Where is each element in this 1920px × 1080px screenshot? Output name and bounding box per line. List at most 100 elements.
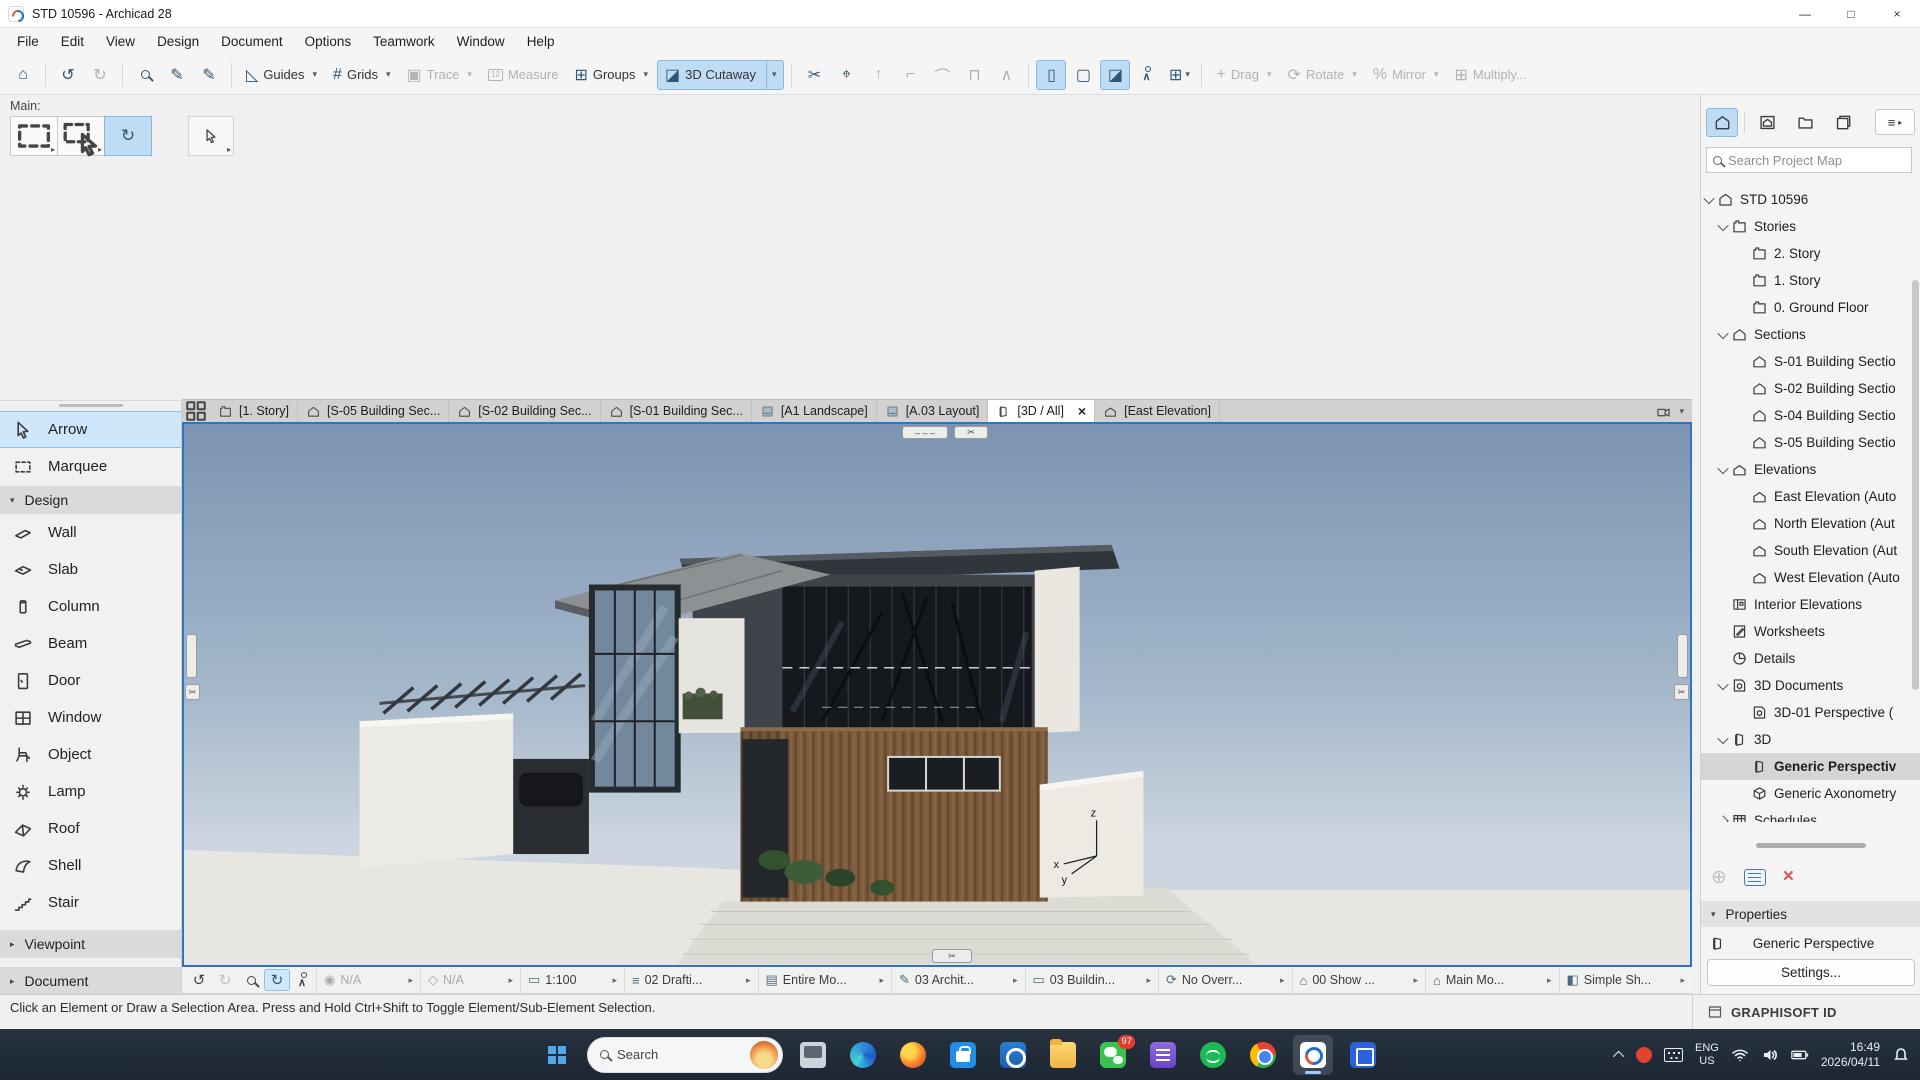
tree-row-std-10596[interactable]: STD 10596 xyxy=(1701,186,1920,213)
tab-close-icon[interactable]: × xyxy=(1078,403,1086,419)
tree-chevron-icon[interactable] xyxy=(1717,219,1728,230)
tab--a1-landscape-[interactable]: [A1 Landscape] xyxy=(752,400,877,422)
pickup-parameters-button[interactable]: ✎ xyxy=(162,60,192,90)
tree-row-s-05-building-sectio[interactable]: S-05 Building Sectio xyxy=(1701,429,1920,456)
model-view-options-option[interactable]: ▭03 Buildin...▸ xyxy=(1025,967,1159,993)
tool-slab[interactable]: Slab xyxy=(0,551,181,588)
cutaway-scissors-left[interactable]: ✂ xyxy=(185,684,200,700)
tree-row-3d[interactable]: 3D xyxy=(1701,726,1920,753)
tree-chevron-icon[interactable] xyxy=(1717,732,1728,743)
cutaway-handle-left[interactable] xyxy=(186,634,197,678)
walk-mode-button[interactable] xyxy=(1132,60,1162,90)
tree-row-north-elevation-aut[interactable]: North Elevation (Aut xyxy=(1701,510,1920,537)
menu-options[interactable]: Options xyxy=(294,28,363,55)
camera-options-button[interactable]: ⊞▾ xyxy=(1164,60,1194,90)
taskbar-app-folder[interactable] xyxy=(1043,1035,1083,1075)
orbit-button[interactable]: ↻ xyxy=(264,969,290,991)
tab--s-05-building-sec-[interactable]: [S-05 Building Sec... xyxy=(298,400,449,422)
navigator-options-button[interactable]: ≡ ▸ xyxy=(1875,109,1915,135)
tree-row-0-ground-floor[interactable]: 0. Ground Floor xyxy=(1701,294,1920,321)
taskbar-app-archicad[interactable] xyxy=(1293,1035,1333,1075)
tool-column[interactable]: Column xyxy=(0,588,181,625)
tree-row-south-elevation-aut[interactable]: South Elevation (Aut xyxy=(1701,537,1920,564)
rotate-dropdown-arrow[interactable]: ▾ xyxy=(1352,69,1357,80)
tree-row-1-story[interactable]: 1. Story xyxy=(1701,267,1920,294)
tab--1-story-[interactable]: [1. Story] xyxy=(210,400,298,422)
pen-set-option[interactable]: ✎03 Archit...▸ xyxy=(891,967,1025,993)
tool-roof[interactable]: Roof xyxy=(0,810,181,847)
marquee-filter-option[interactable]: ▤Entire Mo...▸ xyxy=(758,967,892,993)
menu-design[interactable]: Design xyxy=(146,28,210,55)
tree-row-generic-perspectiv[interactable]: Generic Perspectiv xyxy=(1701,753,1920,780)
delete-viewpoint-button[interactable]: × xyxy=(1783,866,1794,888)
marquee-select-button[interactable]: ▸ xyxy=(57,116,105,156)
layer-combination-option[interactable]: ≡02 Drafti...▸ xyxy=(624,967,758,993)
view-3d-cutaway-button[interactable]: ◪ xyxy=(1100,60,1130,90)
tree-row-elevations[interactable]: Elevations xyxy=(1701,456,1920,483)
groups-button[interactable]: ⊞Groups▾ xyxy=(567,60,655,90)
add-viewpoint-button[interactable]: ⊕ xyxy=(1711,866,1727,889)
maximize-button[interactable]: □ xyxy=(1828,0,1874,27)
orbit-mode-button[interactable]: ↻ xyxy=(104,116,152,156)
tree-row-generic-axonometry[interactable]: Generic Axonometry xyxy=(1701,780,1920,807)
camera-options-dropdown-arrow[interactable]: ▾ xyxy=(1185,69,1190,80)
tool-beam[interactable]: Beam xyxy=(0,625,181,662)
grids-dropdown-arrow[interactable]: ▾ xyxy=(386,69,391,80)
tab--s-02-building-sec-[interactable]: [S-02 Building Sec... xyxy=(449,400,600,422)
view-3d-window-button[interactable]: ▯ xyxy=(1036,60,1066,90)
tree-row-2-story[interactable]: 2. Story xyxy=(1701,240,1920,267)
3d-viewport[interactable]: z x y – – – ✂ ✂ ✂ ✂ xyxy=(182,422,1692,967)
3d-cutaway-dropdown-arrow[interactable]: ▾ xyxy=(766,61,777,89)
adjust-button[interactable]: ⌖ xyxy=(831,60,861,90)
tool-window[interactable]: Window xyxy=(0,699,181,736)
wifi-icon[interactable] xyxy=(1731,1046,1749,1064)
3d-style-option[interactable]: ◧Simple Sh...▸ xyxy=(1559,967,1693,993)
view-3d-box-button[interactable]: ▢ xyxy=(1068,60,1098,90)
partial-structure-option[interactable]: ◇N/A▸ xyxy=(420,967,520,993)
graphisoft-id-panel[interactable]: GRAPHISOFT ID xyxy=(1692,994,1920,1029)
taskbar-app-outlook[interactable] xyxy=(993,1035,1033,1075)
language-indicator[interactable]: ENG US xyxy=(1695,1042,1719,1067)
tab--3d-all-[interactable]: [3D / All]× xyxy=(988,400,1095,422)
tree-row-stories[interactable]: Stories xyxy=(1701,213,1920,240)
ime-keyboard-icon[interactable] xyxy=(1664,1048,1683,1062)
home-button[interactable]: ⌂ xyxy=(8,60,38,90)
tool-lamp[interactable]: Lamp xyxy=(0,773,181,810)
close-button[interactable]: × xyxy=(1874,0,1920,27)
tree-row-west-elevation-auto[interactable]: West Elevation (Auto xyxy=(1701,564,1920,591)
tree-row-details[interactable]: Details xyxy=(1701,645,1920,672)
menu-teamwork[interactable]: Teamwork xyxy=(362,28,446,55)
tree-scrollbar[interactable] xyxy=(1912,280,1919,690)
menu-document[interactable]: Document xyxy=(210,28,294,55)
publisher-sets-button[interactable] xyxy=(1827,108,1859,137)
split-button[interactable]: ✂ xyxy=(799,60,829,90)
zoom-in-button[interactable] xyxy=(238,969,264,991)
tree-row-east-elevation-auto[interactable]: East Elevation (Auto xyxy=(1701,483,1920,510)
taskbar-app-firefox[interactable] xyxy=(893,1035,933,1075)
tool-wall[interactable]: Wall xyxy=(0,514,181,551)
menu-edit[interactable]: Edit xyxy=(50,28,95,55)
tree-row-s-02-building-sectio[interactable]: S-02 Building Sectio xyxy=(1701,375,1920,402)
tab-overview-button[interactable] xyxy=(182,400,210,422)
taskbar-app-store[interactable] xyxy=(943,1035,983,1075)
tree-chevron-icon[interactable] xyxy=(1717,678,1728,689)
graphic-override-option[interactable]: ⟳No Overr...▸ xyxy=(1158,967,1292,993)
back-navigation-button[interactable]: ↺ xyxy=(186,969,212,991)
taskbar-app-blueprint[interactable] xyxy=(1343,1035,1383,1075)
explore-option[interactable]: ◉N/A▸ xyxy=(316,967,420,993)
tab--s-01-building-sec-[interactable]: [S-01 Building Sec... xyxy=(601,400,752,422)
guides-dropdown-arrow[interactable]: ▾ xyxy=(313,69,318,80)
scale-option[interactable]: ▭1:100▸ xyxy=(520,967,624,993)
panel-drag-handle[interactable] xyxy=(1756,843,1866,848)
cutaway-handle-right[interactable] xyxy=(1677,634,1688,678)
menu-help[interactable]: Help xyxy=(516,28,566,55)
groups-dropdown-arrow[interactable]: ▾ xyxy=(643,69,648,80)
clock[interactable]: 16:49 2026/04/11 xyxy=(1821,1040,1880,1070)
project-map-search[interactable] xyxy=(1706,147,1912,173)
cutaway-scissors-right[interactable]: ✂ xyxy=(1674,684,1689,700)
notification-bell-icon[interactable] xyxy=(1892,1046,1910,1064)
marquee-draw-button[interactable]: ▸ xyxy=(10,116,58,156)
cutaway-scissors-bottom[interactable]: ✂ xyxy=(932,949,972,963)
mirror-dropdown-arrow[interactable]: ▾ xyxy=(1434,69,1439,80)
undo-button[interactable]: ↺ xyxy=(53,60,83,90)
